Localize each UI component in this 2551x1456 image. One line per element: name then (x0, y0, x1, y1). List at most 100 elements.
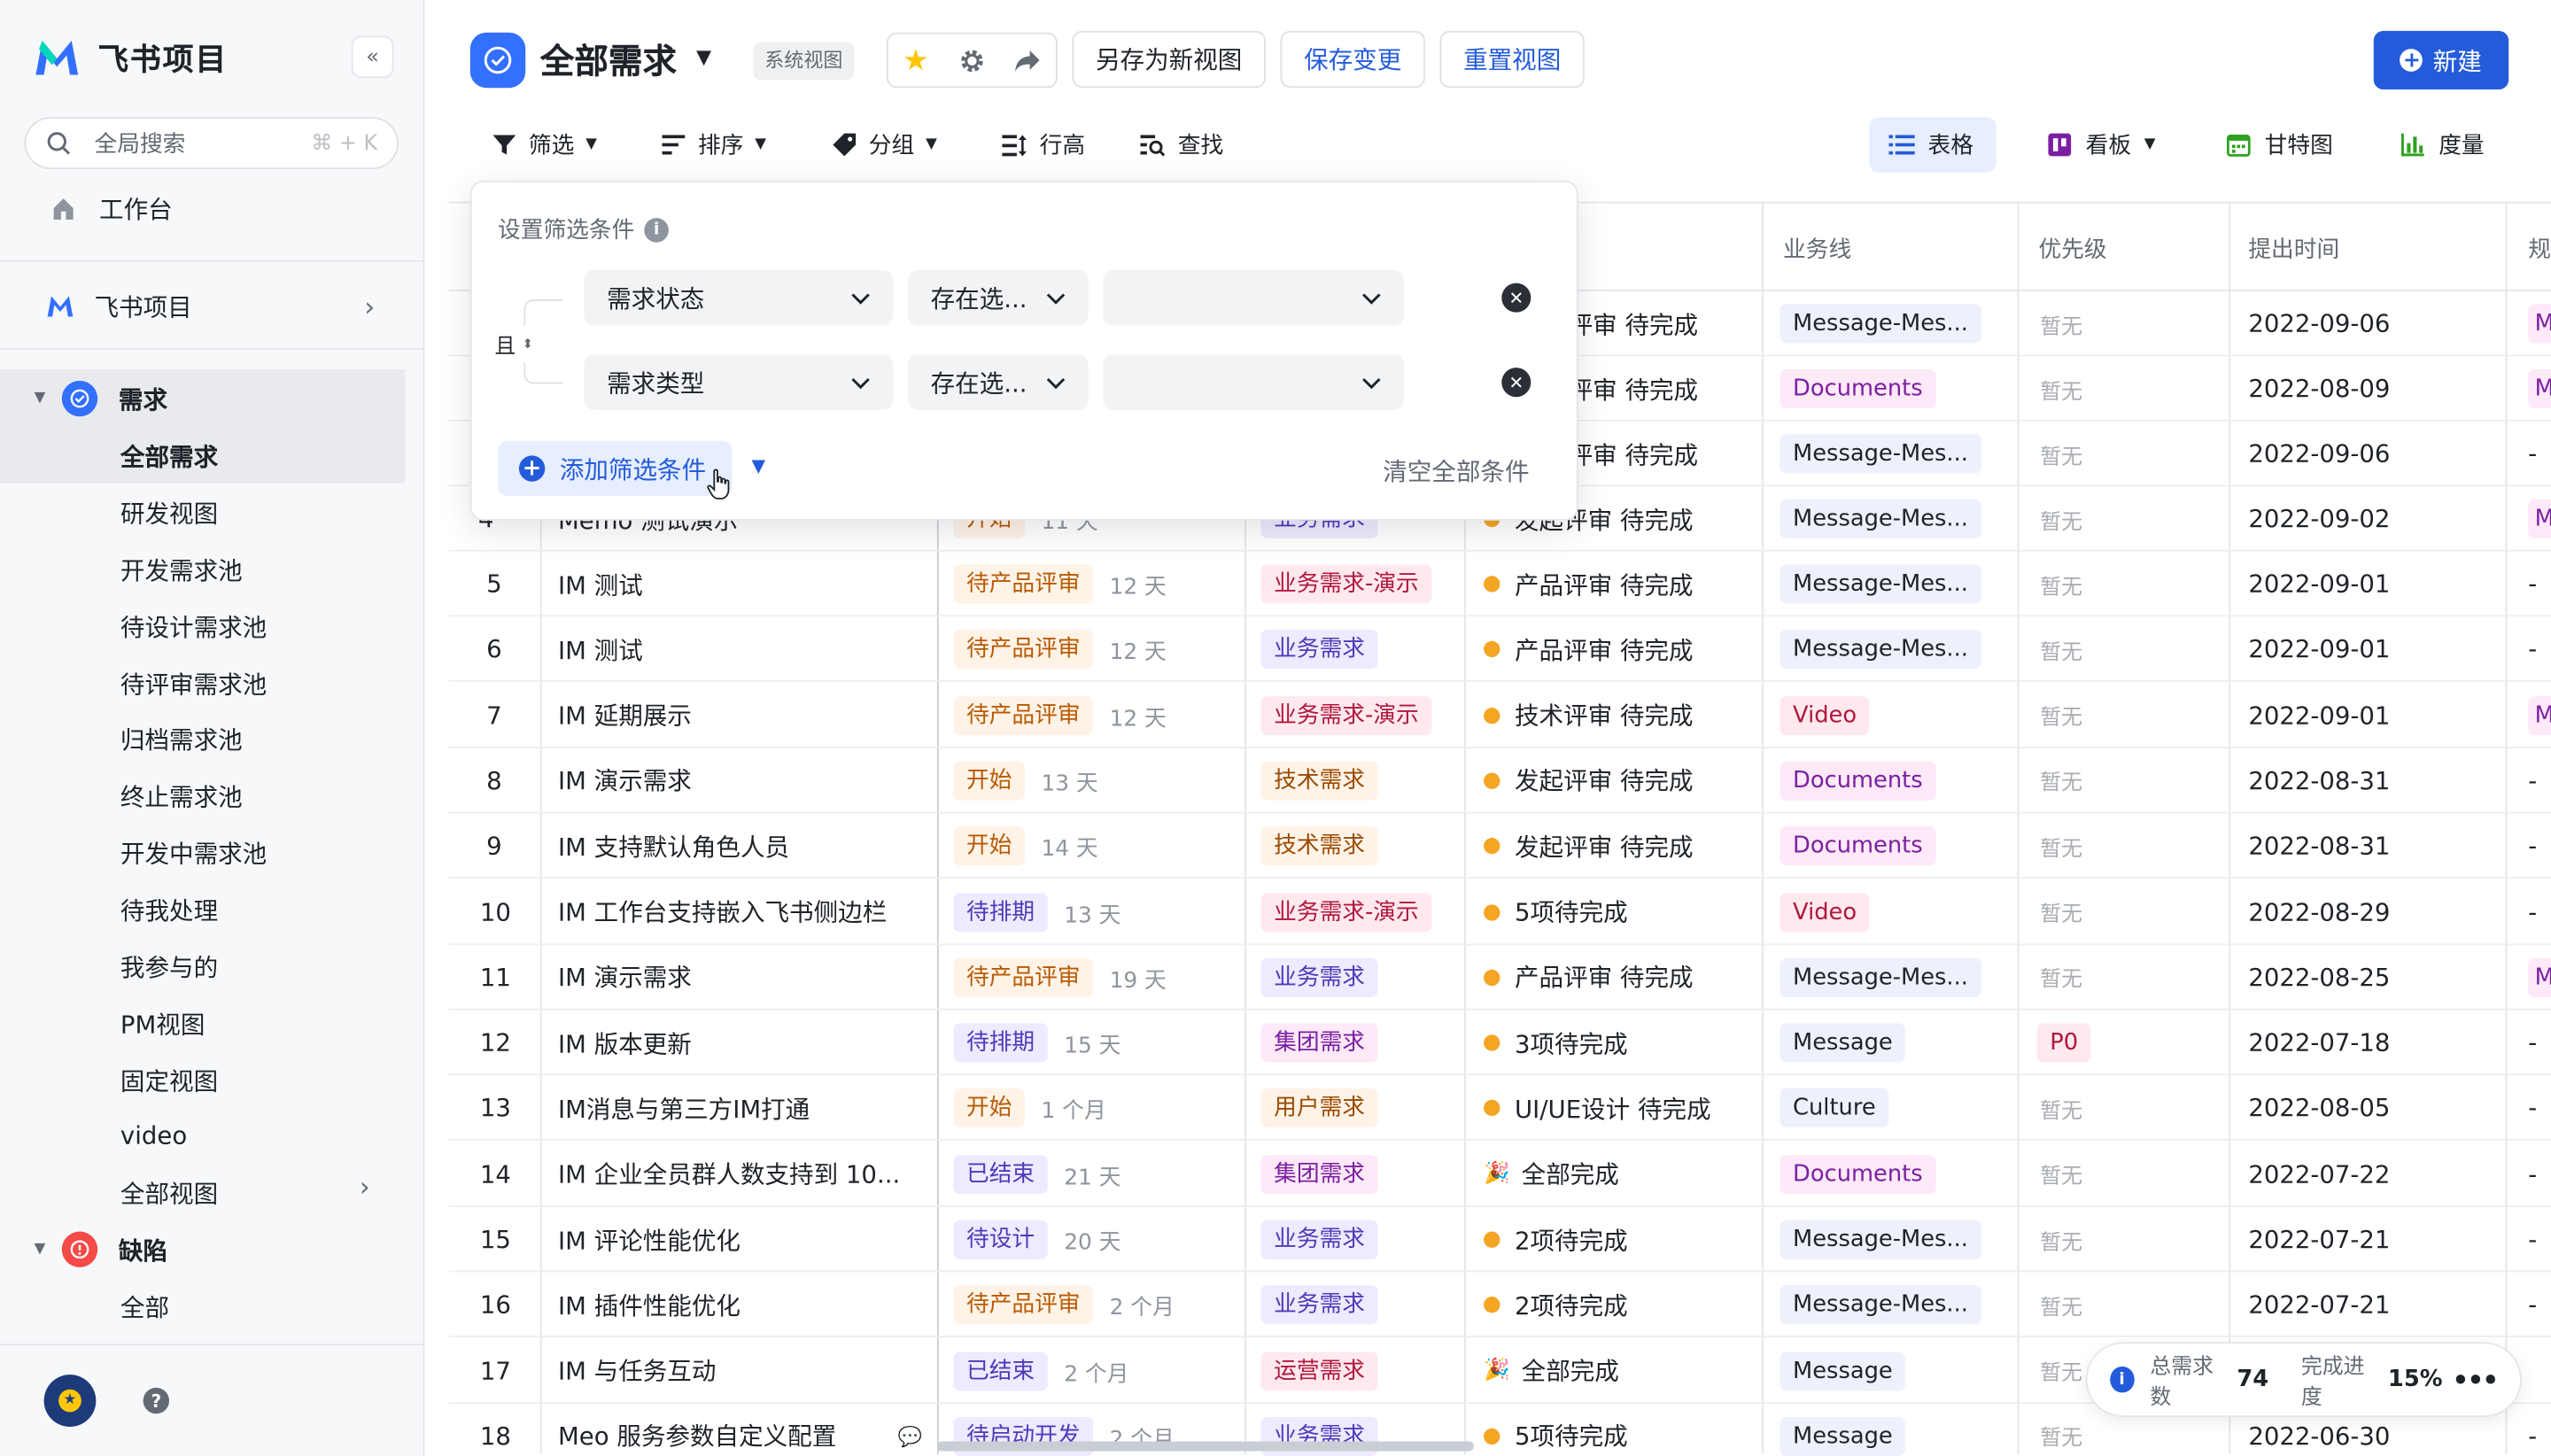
page-title[interactable]: 全部需求 (540, 35, 677, 84)
requirement-name[interactable]: IM 企业全员群人数支持到 10... (558, 1157, 900, 1191)
requirement-name[interactable]: IM消息与第三方IM打通 (558, 1091, 810, 1126)
table-row[interactable]: 10 IM 工作台支持嵌入飞书侧边栏 待排期 13 天 业务需求-演示 5项待完成 Vide… (448, 879, 2551, 945)
project-switcher[interactable]: 飞书项目 › (0, 286, 424, 325)
requirement-name[interactable]: IM 评论性能优化 (558, 1222, 740, 1257)
caret-down-icon[interactable]: ▼ (696, 45, 711, 68)
name-cell[interactable]: IM 支持默认角色人员 (558, 814, 789, 879)
star-icon[interactable]: ★ (903, 43, 929, 78)
sidebar-item-dev-view[interactable]: 研发视图 (120, 496, 218, 531)
requirement-name[interactable]: IM 插件性能优化 (558, 1288, 740, 1322)
horizontal-scrollbar[interactable] (936, 1441, 1475, 1452)
requirement-name[interactable]: IM 演示需求 (558, 763, 692, 798)
column-header-priority[interactable]: 优先级 (2038, 233, 2106, 266)
requirement-name[interactable]: IM 版本更新 (558, 1026, 692, 1060)
name-cell[interactable]: IM 企业全员群人数支持到 10... (558, 1142, 900, 1206)
save-changes-button[interactable]: 保存变更 (1280, 30, 1425, 89)
sort-button[interactable]: 排序 ▼ (661, 127, 766, 162)
requirement-name[interactable]: IM 与任务互动 (558, 1353, 716, 1388)
requirement-name[interactable]: Meo 服务参数自定义配置 (558, 1419, 836, 1453)
name-cell[interactable]: IM消息与第三方IM打通 (558, 1076, 810, 1141)
name-cell[interactable]: IM 延期展示 (558, 683, 692, 747)
sidebar-item-review-pool[interactable]: 待评审需求池 (120, 667, 267, 701)
user-avatar[interactable]: ★ (43, 1375, 97, 1427)
table-row[interactable]: 13 IM消息与第三方IM打通 开始 1 个月 用户需求 UI/UE设计 待完成 Cultu… (448, 1076, 2551, 1142)
info-icon[interactable]: i (2110, 1366, 2134, 1393)
kanban-view-button[interactable]: 看板 ▼ (2028, 117, 2175, 172)
name-cell[interactable]: IM 工作台支持嵌入飞书侧边栏 (558, 879, 887, 944)
sidebar-item-all-views[interactable]: 全部视图 (120, 1176, 218, 1211)
conjunction-select[interactable]: 且 ⬍ (494, 325, 533, 363)
column-header-truncated[interactable]: 规 (2528, 233, 2551, 266)
filter-button[interactable]: 筛选 ▼ (492, 127, 597, 162)
name-cell[interactable]: IM 演示需求 (558, 945, 692, 1010)
sidebar-item-terminated-pool[interactable]: 终止需求池 (120, 779, 243, 814)
column-header-business-line[interactable]: 业务线 (1783, 233, 1851, 266)
name-cell[interactable]: IM 测试 (558, 617, 643, 682)
column-header-submit-date[interactable]: 提出时间 (2248, 233, 2339, 266)
table-row[interactable]: 6 IM 测试 待产品评审 12 天 业务需求 产品评审 待完成 Message-Mes..… (448, 617, 2551, 683)
clear-all-conditions-button[interactable]: 清空全部条件 (1383, 453, 1529, 488)
row-height-button[interactable]: 行高 (1001, 127, 1085, 162)
table-row[interactable]: 14 IM 企业全员群人数支持到 10... 已结束 21 天 集团需求 🎉 全部完成 Doc… (448, 1142, 2551, 1207)
remove-condition-button[interactable]: ✕ (1501, 283, 1531, 313)
requirement-name[interactable]: IM 演示需求 (558, 960, 692, 995)
name-cell[interactable]: IM 版本更新 (558, 1011, 692, 1075)
table-row[interactable]: 16 IM 插件性能优化 待产品评审 2 个月 业务需求 2项待完成 Message-Mes… (448, 1273, 2551, 1338)
help-icon[interactable]: ? (143, 1387, 170, 1414)
sidebar-item-all-defects[interactable]: 全部 (120, 1290, 169, 1325)
table-row[interactable]: 12 IM 版本更新 待排期 15 天 集团需求 3项待完成 Message P0 2022-0… (448, 1011, 2551, 1076)
save-as-new-view-button[interactable]: 另存为新视图 (1072, 30, 1266, 89)
name-cell[interactable]: IM 评论性能优化 (558, 1207, 740, 1272)
name-cell[interactable]: Meo 服务参数自定义配置 💬 (558, 1404, 922, 1456)
table-row[interactable]: 15 IM 评论性能优化 待设计 20 天 业务需求 2项待完成 Message-Mes..… (448, 1207, 2551, 1273)
gantt-view-button[interactable]: 甘特图 (2206, 117, 2353, 172)
sidebar-item-video[interactable]: video (120, 1121, 187, 1150)
filter-value-select[interactable] (1103, 354, 1405, 410)
name-cell[interactable]: IM 测试 (558, 552, 643, 616)
sidebar-item-participated[interactable]: 我参与的 (120, 950, 218, 985)
collapse-sidebar-button[interactable]: « (351, 35, 394, 79)
table-row[interactable]: 7 IM 延期展示 待产品评审 12 天 业务需求-演示 技术评审 待完成 Video 暂无 2… (448, 683, 2551, 748)
caret-down-icon[interactable]: ▼ (752, 455, 766, 476)
table-row[interactable]: 8 IM 演示需求 开始 13 天 技术需求 发起评审 待完成 Documents 暂无 202… (448, 748, 2551, 814)
sidebar-section-defects[interactable]: ▼ 缺陷 (0, 1230, 424, 1269)
global-search-input[interactable]: 全局搜索 ⌘ + K (24, 117, 399, 170)
filter-value-select[interactable] (1103, 269, 1405, 326)
table-view-button[interactable]: 表格 (1869, 117, 1997, 173)
find-button[interactable]: 查找 (1139, 127, 1223, 162)
sidebar-item-workbench[interactable]: 工作台 (0, 189, 424, 228)
new-button[interactable]: + 新建 (2373, 30, 2509, 90)
name-cell[interactable]: IM 与任务互动 (558, 1338, 716, 1403)
sidebar-section-requirements[interactable]: ▼ 需求 (0, 379, 424, 418)
table-row[interactable]: 5 IM 测试 待产品评审 12 天 业务需求-演示 产品评审 待完成 Message-Me… (448, 552, 2551, 617)
group-button[interactable]: 分组 ▼ (832, 127, 937, 162)
share-icon[interactable] (1014, 48, 1042, 73)
add-condition-button[interactable]: + 添加筛选条件 (498, 440, 733, 497)
metrics-view-button[interactable]: 度量 (2380, 117, 2504, 172)
sidebar-item-design-pool[interactable]: 待设计需求池 (120, 610, 267, 645)
comment-icon[interactable]: 💬 (898, 1425, 922, 1448)
sidebar-item-archive-pool[interactable]: 归档需求池 (120, 723, 243, 757)
requirement-name[interactable]: IM 测试 (558, 567, 643, 601)
name-cell[interactable]: IM 插件性能优化 (558, 1273, 740, 1337)
name-cell[interactable]: IM 演示需求 (558, 748, 692, 813)
requirement-name[interactable]: IM 延期展示 (558, 698, 692, 732)
filter-field-select[interactable]: 需求状态 (584, 269, 894, 326)
sidebar-item-my-todo[interactable]: 待我处理 (120, 893, 218, 927)
table-row[interactable]: 11 IM 演示需求 待产品评审 19 天 业务需求 产品评审 待完成 Message-Me… (448, 945, 2551, 1011)
sidebar-item-all-requirements[interactable]: 全部需求 (120, 439, 218, 474)
table-row[interactable]: 9 IM 支持默认角色人员 开始 14 天 技术需求 发起评审 待完成 Documents 暂… (448, 814, 2551, 879)
sidebar-item-in-dev-pool[interactable]: 开发中需求池 (120, 836, 267, 871)
remove-condition-button[interactable]: ✕ (1501, 368, 1531, 398)
filter-operator-select[interactable]: 存在选... (907, 354, 1089, 410)
gear-icon[interactable] (958, 46, 985, 74)
reset-view-button[interactable]: 重置视图 (1439, 30, 1585, 89)
filter-field-select[interactable]: 需求类型 (584, 354, 894, 410)
more-icon[interactable]: ••• (2453, 1364, 2500, 1395)
requirement-name[interactable]: IM 支持默认角色人员 (558, 829, 789, 864)
requirement-name[interactable]: IM 测试 (558, 632, 643, 667)
filter-operator-select[interactable]: 存在选... (907, 269, 1089, 326)
requirement-name[interactable]: IM 工作台支持嵌入飞书侧边栏 (558, 895, 887, 929)
sidebar-item-fixed-view[interactable]: 固定视图 (120, 1064, 218, 1098)
sidebar-item-pm-view[interactable]: PM视图 (120, 1007, 205, 1042)
